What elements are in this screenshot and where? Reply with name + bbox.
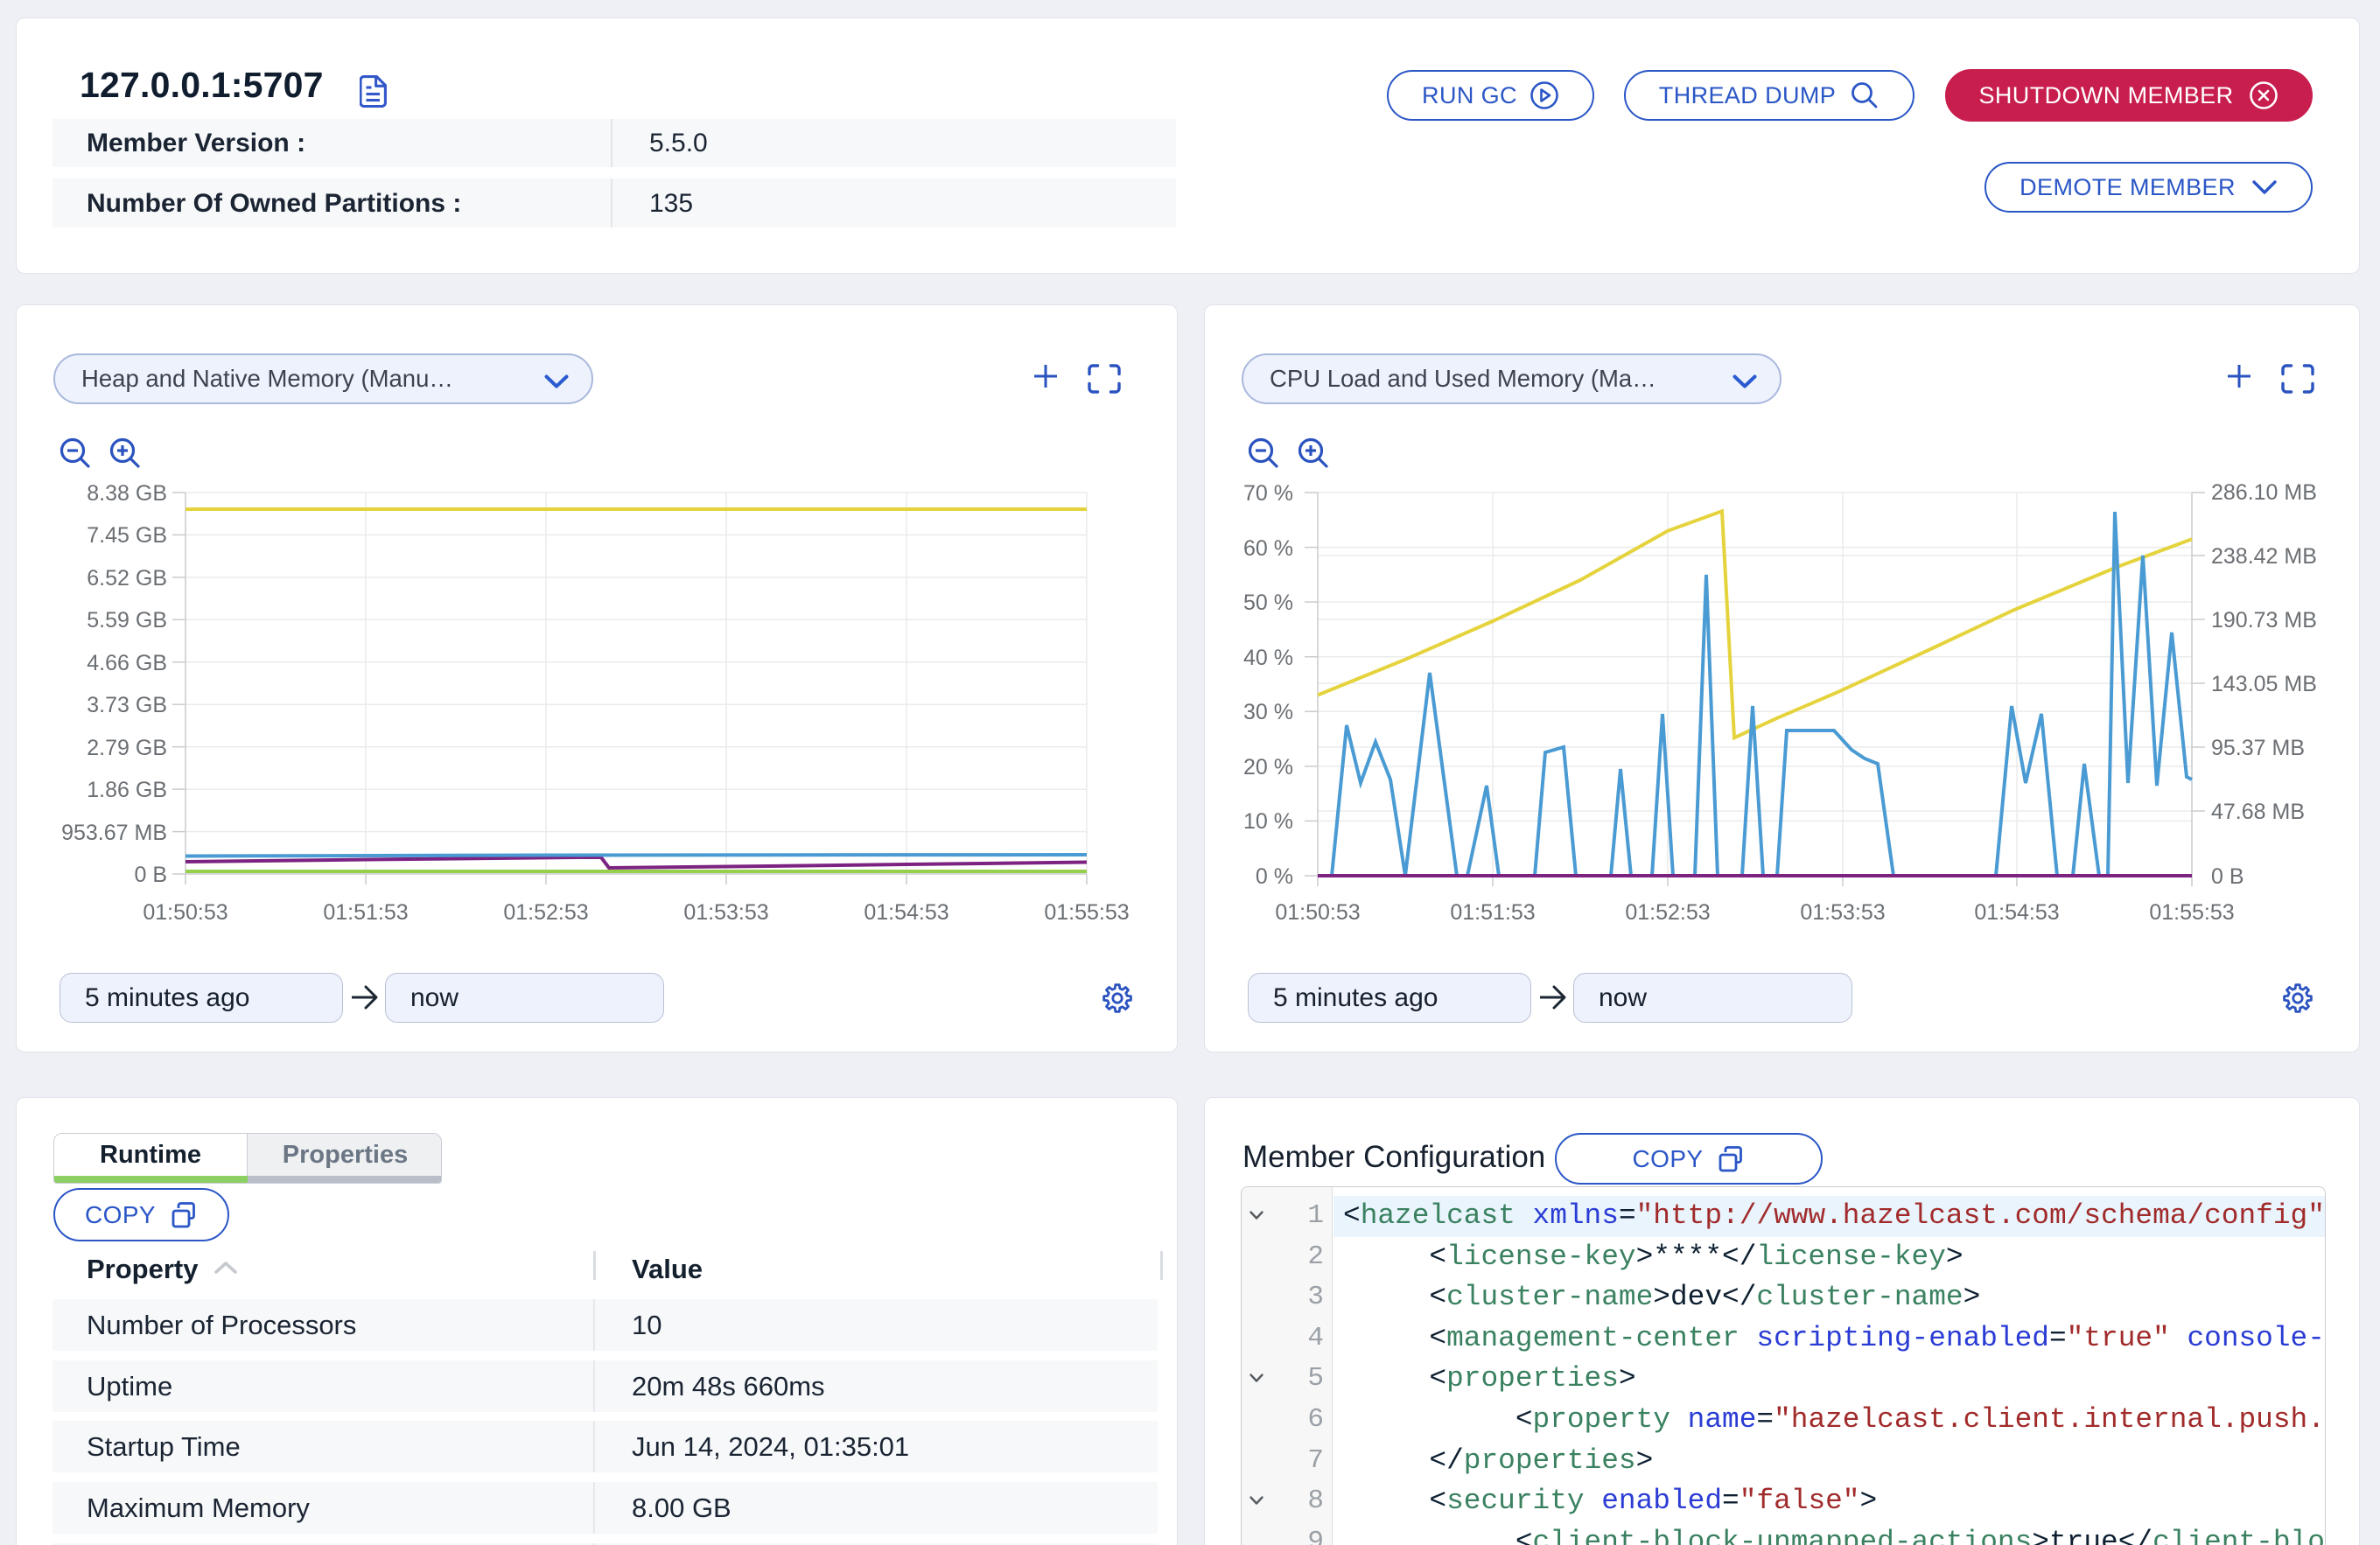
- svg-text:01:51:53: 01:51:53: [323, 900, 408, 925]
- svg-text:20 %: 20 %: [1243, 755, 1293, 779]
- svg-text:8.38 GB: 8.38 GB: [87, 481, 167, 506]
- svg-text:70 %: 70 %: [1243, 481, 1293, 506]
- svg-text:01:55:53: 01:55:53: [1044, 900, 1129, 925]
- svg-text:01:54:53: 01:54:53: [1974, 900, 2059, 925]
- svg-text:50 %: 50 %: [1243, 591, 1293, 615]
- svg-text:4.66 GB: 4.66 GB: [87, 651, 167, 675]
- svg-text:01:50:53: 01:50:53: [1275, 900, 1360, 925]
- svg-text:5.59 GB: 5.59 GB: [87, 608, 167, 633]
- svg-text:01:53:53: 01:53:53: [1800, 900, 1885, 925]
- svg-text:953.67 MB: 953.67 MB: [61, 821, 167, 845]
- svg-text:7.45 GB: 7.45 GB: [87, 523, 167, 548]
- svg-text:95.37 MB: 95.37 MB: [2211, 736, 2305, 760]
- svg-text:47.68 MB: 47.68 MB: [2211, 800, 2305, 824]
- svg-text:01:54:53: 01:54:53: [864, 900, 948, 925]
- svg-text:238.42 MB: 238.42 MB: [2211, 544, 2317, 569]
- svg-text:286.10 MB: 286.10 MB: [2211, 480, 2317, 505]
- svg-text:01:55:53: 01:55:53: [2149, 900, 2234, 925]
- svg-text:40 %: 40 %: [1243, 646, 1293, 670]
- svg-text:143.05 MB: 143.05 MB: [2211, 672, 2317, 696]
- svg-text:01:52:53: 01:52:53: [503, 900, 588, 925]
- svg-text:0 B: 0 B: [134, 863, 167, 887]
- svg-text:1.86 GB: 1.86 GB: [87, 778, 167, 802]
- svg-text:190.73 MB: 190.73 MB: [2211, 608, 2317, 633]
- svg-text:2.79 GB: 2.79 GB: [87, 736, 167, 760]
- svg-text:3.73 GB: 3.73 GB: [87, 693, 167, 717]
- svg-text:60 %: 60 %: [1243, 536, 1293, 561]
- svg-text:01:51:53: 01:51:53: [1450, 900, 1535, 925]
- svg-text:30 %: 30 %: [1243, 700, 1293, 724]
- svg-text:0 %: 0 %: [1256, 864, 1293, 889]
- svg-text:10 %: 10 %: [1243, 809, 1293, 834]
- svg-text:0 B: 0 B: [2211, 864, 2244, 889]
- svg-text:01:52:53: 01:52:53: [1625, 900, 1710, 925]
- svg-text:01:53:53: 01:53:53: [683, 900, 768, 925]
- svg-text:6.52 GB: 6.52 GB: [87, 566, 167, 591]
- svg-text:01:50:53: 01:50:53: [143, 900, 228, 925]
